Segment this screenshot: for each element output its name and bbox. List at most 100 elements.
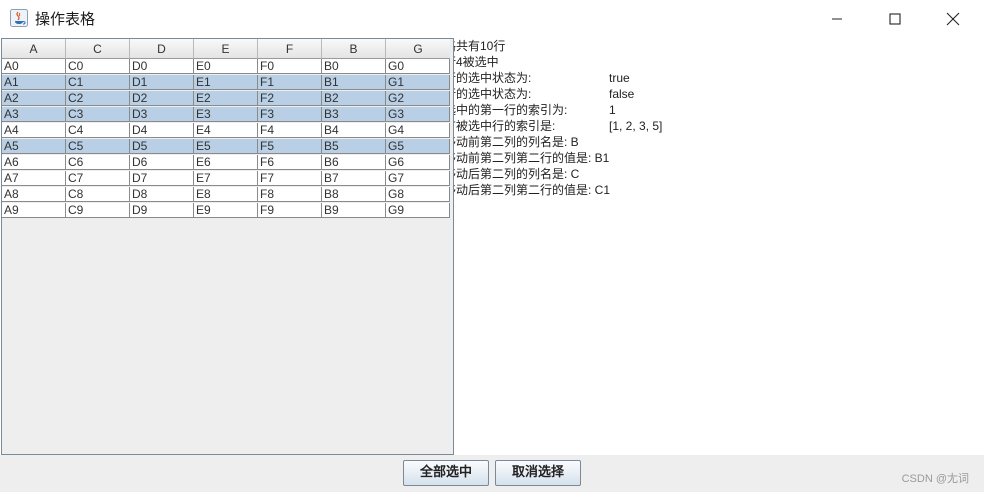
table-cell[interactable]: C2 [66, 91, 130, 106]
table-cell[interactable]: B4 [322, 123, 386, 138]
table-cell[interactable]: D6 [130, 155, 194, 170]
table-cell[interactable]: F4 [258, 123, 322, 138]
table-cell[interactable]: D8 [130, 187, 194, 202]
table-cell[interactable]: C3 [66, 107, 130, 122]
table-cell[interactable]: F2 [258, 91, 322, 106]
table-row[interactable]: A4 C4 D4 E4 F4 B4 G4 [2, 123, 450, 139]
title-bar: 操作表格 [0, 0, 984, 37]
window-title: 操作表格 [35, 10, 96, 28]
table-cell[interactable]: E2 [194, 91, 258, 106]
table-cell[interactable]: E5 [194, 139, 258, 154]
table-cell[interactable]: B0 [322, 59, 386, 74]
table-cell[interactable]: D1 [130, 75, 194, 90]
table-cell[interactable]: D3 [130, 107, 194, 122]
table-cell[interactable]: E6 [194, 155, 258, 170]
java-app-icon [10, 9, 28, 27]
table-cell[interactable]: D5 [130, 139, 194, 154]
table-cell[interactable]: F1 [258, 75, 322, 90]
table-row[interactable]: A1 C1 D1 E1 F1 B1 G1 [2, 75, 450, 91]
table-cell[interactable]: A2 [2, 91, 66, 106]
column-header-f[interactable]: F [258, 39, 322, 59]
table-cell[interactable]: F3 [258, 107, 322, 122]
table-cell[interactable]: A5 [2, 139, 66, 154]
table-header: A C D E F B G [2, 39, 450, 59]
table-row[interactable]: A5 C5 D5 E5 F5 B5 G5 [2, 139, 450, 155]
column-header-b[interactable]: B [322, 39, 386, 59]
table-cell[interactable]: C1 [66, 75, 130, 90]
table-cell[interactable]: A7 [2, 171, 66, 186]
maximize-icon [889, 12, 901, 25]
table-cell[interactable]: A9 [2, 203, 66, 218]
table-cell[interactable]: F0 [258, 59, 322, 74]
table-cell[interactable]: D4 [130, 123, 194, 138]
table-cell[interactable]: A0 [2, 59, 66, 74]
table-cell[interactable]: A3 [2, 107, 66, 122]
table-cell[interactable]: A6 [2, 155, 66, 170]
table-cell[interactable]: G6 [386, 155, 450, 170]
table-cell[interactable]: E4 [194, 123, 258, 138]
table-cell[interactable]: B2 [322, 91, 386, 106]
column-header-c[interactable]: C [66, 39, 130, 59]
table-cell[interactable]: B9 [322, 203, 386, 218]
table-cell[interactable]: E0 [194, 59, 258, 74]
table-cell[interactable]: E3 [194, 107, 258, 122]
table-cell[interactable]: G4 [386, 123, 450, 138]
table-cell[interactable]: E7 [194, 171, 258, 186]
table-cell[interactable]: G7 [386, 171, 450, 186]
table-cell[interactable]: A4 [2, 123, 66, 138]
table-cell[interactable]: B5 [322, 139, 386, 154]
table-cell[interactable]: C0 [66, 59, 130, 74]
table-cell[interactable]: C8 [66, 187, 130, 202]
column-header-e[interactable]: E [194, 39, 258, 59]
table-row[interactable]: A2 C2 D2 E2 F2 B2 G2 [2, 91, 450, 107]
table-cell[interactable]: F6 [258, 155, 322, 170]
table-cell[interactable]: G9 [386, 203, 450, 218]
table-row[interactable]: A6 C6 D6 E6 F6 B6 G6 [2, 155, 450, 171]
table-cell[interactable]: F9 [258, 203, 322, 218]
table-cell[interactable]: C6 [66, 155, 130, 170]
column-header-a[interactable]: A [2, 39, 66, 59]
table-cell[interactable]: B7 [322, 171, 386, 186]
table-cell[interactable]: B1 [322, 75, 386, 90]
table-cell[interactable]: C7 [66, 171, 130, 186]
table-cell[interactable]: D9 [130, 203, 194, 218]
close-icon [946, 12, 960, 25]
table-row[interactable]: A3 C3 D3 E3 F3 B3 G3 [2, 107, 450, 123]
table-cell[interactable]: G2 [386, 91, 450, 106]
table-cell[interactable]: C9 [66, 203, 130, 218]
table-body: A0 C0 D0 E0 F0 B0 G0 A1 C1 D1 E1 F1 B1 G1 A2 C2 D2 E2 F2 B2… [2, 59, 450, 219]
table-cell[interactable]: F8 [258, 187, 322, 202]
table-cell[interactable]: D0 [130, 59, 194, 74]
table-cell[interactable]: G5 [386, 139, 450, 154]
table-cell[interactable]: G0 [386, 59, 450, 74]
table-cell[interactable]: B6 [322, 155, 386, 170]
table-cell[interactable]: B3 [322, 107, 386, 122]
table-cell[interactable]: G1 [386, 75, 450, 90]
table-cell[interactable]: F7 [258, 171, 322, 186]
table-row[interactable]: A0 C0 D0 E0 F0 B0 G0 [2, 59, 450, 75]
table-cell[interactable]: C5 [66, 139, 130, 154]
table-cell[interactable]: F5 [258, 139, 322, 154]
minimize-icon [832, 18, 842, 19]
table-cell[interactable]: D7 [130, 171, 194, 186]
table-row[interactable]: A8 C8 D8 E8 F8 B8 G8 [2, 187, 450, 203]
table-cell[interactable]: A1 [2, 75, 66, 90]
column-header-d[interactable]: D [130, 39, 194, 59]
table-cell[interactable]: E9 [194, 203, 258, 218]
table-cell[interactable]: G3 [386, 107, 450, 122]
maximize-button[interactable] [866, 0, 924, 37]
minimize-button[interactable] [808, 0, 866, 37]
table-cell[interactable]: E1 [194, 75, 258, 90]
close-button[interactable] [924, 0, 982, 37]
table-row[interactable]: A7 C7 D7 E7 F7 B7 G7 [2, 171, 450, 187]
table-cell[interactable]: C4 [66, 123, 130, 138]
table-cell[interactable]: G8 [386, 187, 450, 202]
table-cell[interactable]: A8 [2, 187, 66, 202]
table-cell[interactable]: D2 [130, 91, 194, 106]
table-row[interactable]: A9 C9 D9 E9 F9 B9 G9 [2, 203, 450, 219]
info-panel: 格共有10行 行4被选中 行的选中状态为:true 行的选中状态为:false … [452, 39, 663, 197]
table-cell[interactable]: B8 [322, 187, 386, 202]
column-header-g[interactable]: G [386, 39, 450, 59]
table-cell[interactable]: E8 [194, 187, 258, 202]
table-scroll-pane[interactable]: A C D E F B G A0 C0 D0 E0 F0 B0 G0 A1 C1 D1 E1 F1 B1… [1, 38, 454, 455]
